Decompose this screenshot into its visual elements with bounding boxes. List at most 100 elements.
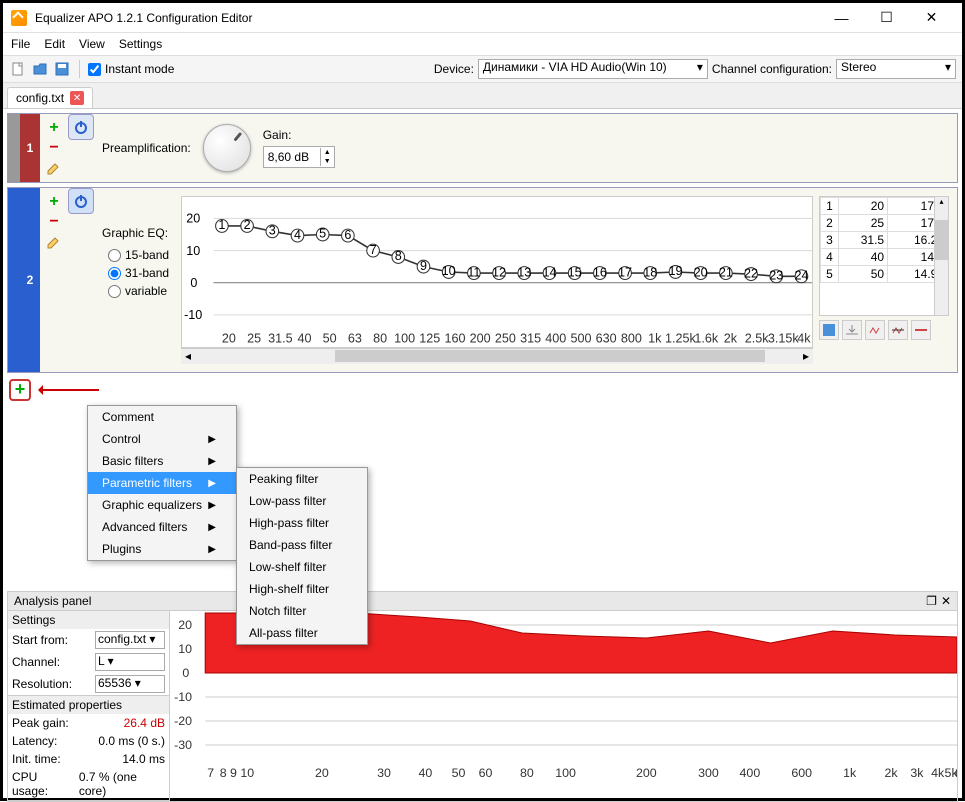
menu-view[interactable]: View bbox=[79, 37, 105, 51]
menu-advanced-filters[interactable]: Advanced filters▶ bbox=[88, 516, 236, 538]
block-index: 1 bbox=[20, 114, 40, 182]
tab-close-icon[interactable]: ✕ bbox=[70, 91, 84, 105]
menu-file[interactable]: File bbox=[11, 37, 30, 51]
import-icon[interactable] bbox=[842, 320, 862, 340]
spin-up-icon[interactable]: ▲ bbox=[321, 148, 334, 157]
svg-text:1k: 1k bbox=[648, 331, 662, 346]
close-button[interactable]: ✕ bbox=[909, 4, 954, 32]
menu-parametric-filters[interactable]: Parametric filters▶ bbox=[88, 472, 236, 494]
remove-icon[interactable]: − bbox=[46, 214, 62, 230]
analysis-panel: Settings Start from:config.txt ▾ Channel… bbox=[7, 611, 958, 802]
menu-basic-filters[interactable]: Basic filters▶ bbox=[88, 450, 236, 472]
svg-text:4k: 4k bbox=[931, 766, 945, 780]
menu-graphic-eq[interactable]: Graphic equalizers▶ bbox=[88, 494, 236, 516]
menu-highshelf[interactable]: High-shelf filter bbox=[237, 578, 367, 600]
menu-control[interactable]: Control▶ bbox=[88, 428, 236, 450]
channel-select[interactable]: L ▾ bbox=[95, 653, 165, 671]
menu-lowshelf[interactable]: Low-shelf filter bbox=[237, 556, 367, 578]
save-file-icon[interactable] bbox=[53, 60, 71, 78]
svg-text:20: 20 bbox=[315, 766, 329, 780]
add-filter-button[interactable]: + bbox=[9, 379, 31, 401]
radio-variable[interactable]: variable bbox=[108, 284, 169, 298]
svg-text:9: 9 bbox=[420, 258, 427, 273]
remove-icon[interactable]: − bbox=[46, 140, 62, 156]
svg-text:300: 300 bbox=[698, 766, 719, 780]
power-toggle[interactable] bbox=[68, 114, 94, 140]
save-preset-icon[interactable] bbox=[819, 320, 839, 340]
resolution-label: Resolution: bbox=[12, 677, 72, 691]
invert-icon[interactable] bbox=[865, 320, 885, 340]
instant-mode-checkbox[interactable]: Instant mode bbox=[88, 62, 174, 76]
gain-input[interactable] bbox=[264, 150, 320, 164]
latency-value: 0.0 ms (0 s.) bbox=[98, 734, 165, 748]
svg-text:250: 250 bbox=[495, 331, 516, 346]
menu-highpass[interactable]: High-pass filter bbox=[237, 512, 367, 534]
menu-edit[interactable]: Edit bbox=[44, 37, 65, 51]
annotation-arrow bbox=[39, 389, 99, 391]
table-vscrollbar[interactable]: ▴ bbox=[934, 197, 948, 315]
close-panel-icon[interactable]: ✕ bbox=[941, 594, 951, 608]
add-icon[interactable]: + bbox=[46, 120, 62, 136]
svg-text:3.15k: 3.15k bbox=[768, 331, 799, 346]
tabstrip: config.txt ✕ bbox=[3, 83, 962, 109]
menu-lowpass[interactable]: Low-pass filter bbox=[237, 490, 367, 512]
svg-text:1: 1 bbox=[218, 217, 225, 232]
gain-knob[interactable] bbox=[203, 124, 251, 172]
svg-text:7: 7 bbox=[207, 766, 214, 780]
instant-mode-input[interactable] bbox=[88, 63, 101, 76]
undock-icon[interactable]: ❐ bbox=[926, 594, 937, 608]
svg-text:40: 40 bbox=[419, 766, 433, 780]
menu-plugins[interactable]: Plugins▶ bbox=[88, 538, 236, 560]
open-file-icon[interactable] bbox=[31, 60, 49, 78]
block-handle[interactable] bbox=[8, 114, 20, 182]
svg-text:8: 8 bbox=[220, 766, 227, 780]
svg-text:-10: -10 bbox=[184, 307, 202, 322]
svg-text:1k: 1k bbox=[843, 766, 857, 780]
add-icon[interactable]: + bbox=[46, 194, 62, 210]
block-handle[interactable] bbox=[8, 188, 20, 372]
instant-mode-label: Instant mode bbox=[105, 62, 174, 76]
maximize-button[interactable]: ☐ bbox=[864, 4, 909, 32]
start-from-select[interactable]: config.txt ▾ bbox=[95, 631, 165, 649]
edit-icon[interactable] bbox=[46, 234, 62, 250]
chart-hscrollbar[interactable]: ◂▸ bbox=[181, 348, 813, 364]
svg-text:630: 630 bbox=[596, 331, 617, 346]
menu-peaking[interactable]: Peaking filter bbox=[237, 468, 367, 490]
menu-allpass[interactable]: All-pass filter bbox=[237, 622, 367, 644]
edit-icon[interactable] bbox=[46, 160, 62, 176]
normalize-icon[interactable] bbox=[888, 320, 908, 340]
svg-text:100: 100 bbox=[394, 331, 415, 346]
init-value: 14.0 ms bbox=[122, 752, 165, 766]
svg-text:18: 18 bbox=[643, 264, 657, 279]
resolution-select[interactable]: 65536 ▾ bbox=[95, 675, 165, 693]
device-label: Device: bbox=[434, 62, 474, 76]
window-title: Equalizer APO 1.2.1 Configuration Editor bbox=[35, 11, 819, 25]
preamp-label: Preamplification: bbox=[102, 141, 191, 155]
svg-text:2: 2 bbox=[244, 217, 251, 232]
svg-text:20: 20 bbox=[222, 331, 236, 346]
menu-comment[interactable]: Comment bbox=[88, 406, 236, 428]
svg-text:-20: -20 bbox=[174, 714, 192, 728]
svg-text:1.6k: 1.6k bbox=[694, 331, 718, 346]
radio-31band[interactable]: 31-band bbox=[108, 266, 169, 280]
svg-text:2.5k: 2.5k bbox=[745, 331, 769, 346]
svg-text:6: 6 bbox=[344, 227, 351, 242]
radio-15band[interactable]: 15-band bbox=[108, 248, 169, 262]
menu-settings[interactable]: Settings bbox=[119, 37, 162, 51]
svg-text:63: 63 bbox=[348, 331, 362, 346]
gain-spinner[interactable]: ▲▼ bbox=[263, 146, 335, 168]
svg-text:2k: 2k bbox=[885, 766, 899, 780]
spin-down-icon[interactable]: ▼ bbox=[321, 157, 334, 166]
reset-icon[interactable] bbox=[911, 320, 931, 340]
tab-config[interactable]: config.txt ✕ bbox=[7, 87, 93, 108]
power-toggle[interactable] bbox=[68, 188, 94, 214]
menu-notch[interactable]: Notch filter bbox=[237, 600, 367, 622]
menu-bandpass[interactable]: Band-pass filter bbox=[237, 534, 367, 556]
new-file-icon[interactable] bbox=[9, 60, 27, 78]
channel-config-select[interactable]: Stereo ▾ bbox=[836, 59, 956, 79]
device-select[interactable]: Динамики - VIA HD Audio(Win 10) ▾ bbox=[478, 59, 708, 79]
svg-text:1.25k: 1.25k bbox=[665, 331, 696, 346]
eq-chart[interactable]: 20 10 0 -10 1 2 3 4 5 6 7 bbox=[181, 196, 813, 348]
minimize-button[interactable]: — bbox=[819, 4, 864, 32]
eq-table[interactable]: 12017.8 22517.8 331.516.23 44014.6 55014… bbox=[819, 196, 949, 316]
